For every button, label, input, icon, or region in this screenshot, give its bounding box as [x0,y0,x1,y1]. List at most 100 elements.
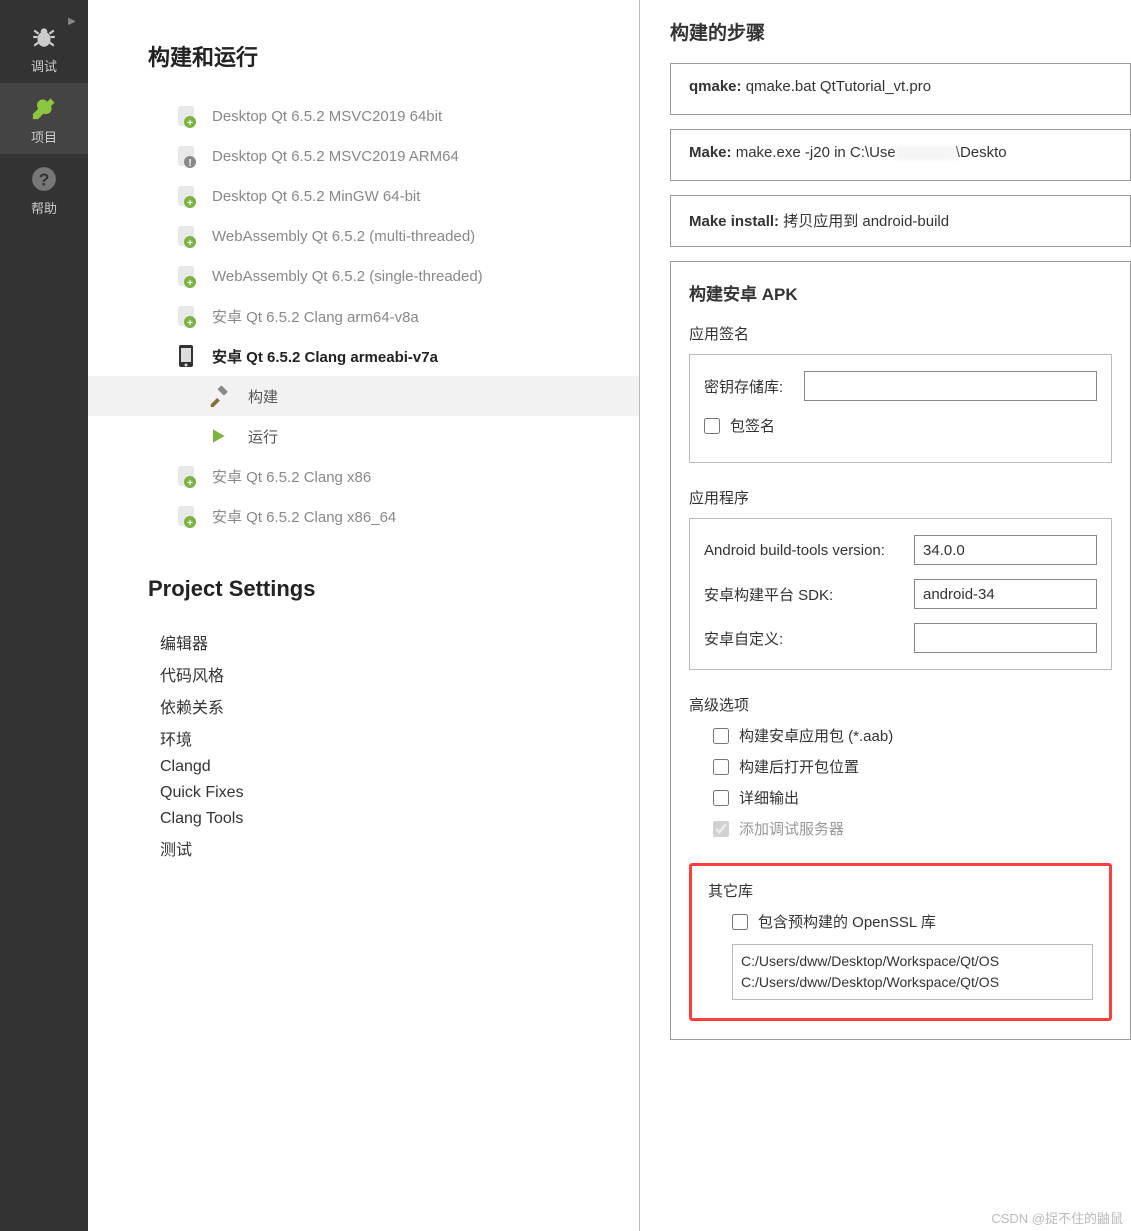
app-fieldset: Android build-tools version: 34.0.0 安卓构建… [689,518,1112,670]
kit-label: 安卓 Qt 6.5.2 Clang armeabi-v7a [212,346,438,367]
sign-package-checkbox[interactable] [704,418,720,434]
step-qmake[interactable]: qmake: qmake.bat QtTutorial_vt.pro [670,63,1131,115]
build-steps-title: 构建的步骤 [670,18,1131,45]
sidebar-project-label: 项目 [31,127,57,146]
ps-item[interactable]: Clang Tools [160,806,639,832]
svg-text:+: + [187,198,193,208]
step-make-label: Make: [689,144,732,161]
keystore-input[interactable] [804,371,1097,401]
add-kit-icon: + [172,504,200,528]
step-make-value-before: make.exe -j20 in C:\Use [736,144,896,161]
ps-item[interactable]: Quick Fixes [160,780,639,806]
buildtools-label: Android build-tools version: [704,542,904,559]
svg-text:+: + [187,238,193,248]
add-kit-icon: + [172,304,200,328]
add-kit-icon: + [172,184,200,208]
buildtools-combo[interactable]: 34.0.0 [914,535,1097,565]
right-panel: 构建的步骤 qmake: qmake.bat QtTutorial_vt.pro… [640,0,1131,1231]
verbose-checkbox[interactable] [713,790,729,806]
kit-item[interactable]: + Desktop Qt 6.5.2 MSVC2019 64bit [88,96,639,136]
kit-item[interactable]: + 安卓 Qt 6.5.2 Clang arm64-v8a [88,296,639,336]
sidebar-project[interactable]: 项目 [0,83,88,154]
kit-item[interactable]: + WebAssembly Qt 6.5.2 (single-threaded) [88,256,639,296]
build-run-title: 构建和运行 [148,40,639,72]
openssl-label: 包含预构建的 OpenSSL 库 [758,911,936,932]
lib-path: C:/Users/dww/Desktop/Workspace/Qt/OS [741,972,1084,993]
sign-package-label: 包签名 [730,415,775,436]
add-kit-icon: + [172,264,200,288]
signing-label: 应用签名 [689,323,1112,344]
watermark: CSDN @捉不住的鼬鼠 [991,1208,1123,1227]
sdk-value: android-34 [923,586,995,603]
app-group: 应用程序 Android build-tools version: 34.0.0… [689,487,1112,670]
svg-text:!: ! [188,158,191,168]
warning-kit-icon: ! [172,144,200,168]
step-make-install[interactable]: Make install: 拷贝应用到 android-build [670,195,1131,247]
kit-item[interactable]: + 安卓 Qt 6.5.2 Clang x86 [88,456,639,496]
open-after-label: 构建后打开包位置 [739,756,859,777]
kit-item[interactable]: + Desktop Qt 6.5.2 MinGW 64-bit [88,176,639,216]
kit-label: WebAssembly Qt 6.5.2 (multi-threaded) [212,228,475,245]
sdk-label: 安卓构建平台 SDK: [704,584,904,605]
kit-item[interactable]: + WebAssembly Qt 6.5.2 (multi-threaded) [88,216,639,256]
custom-combo[interactable] [914,623,1097,653]
ps-item[interactable]: 测试 [160,832,639,864]
kit-list: + Desktop Qt 6.5.2 MSVC2019 64bit ! Desk… [88,96,639,536]
play-icon [208,426,232,446]
openssl-checkbox[interactable] [732,914,748,930]
sdk-combo[interactable]: android-34 [914,579,1097,609]
svg-text:+: + [187,478,193,488]
ps-item[interactable]: Clangd [160,754,639,780]
svg-text:+: + [187,118,193,128]
kit-label: Desktop Qt 6.5.2 MSVC2019 ARM64 [212,148,459,165]
kit-label: Desktop Qt 6.5.2 MinGW 64-bit [212,188,420,205]
other-libs-paths[interactable]: C:/Users/dww/Desktop/Workspace/Qt/OS C:/… [732,944,1093,1000]
aab-label: 构建安卓应用包 (*.aab) [739,725,893,746]
add-kit-icon: + [172,224,200,248]
kit-item[interactable]: ! Desktop Qt 6.5.2 MSVC2019 ARM64 [88,136,639,176]
ps-item[interactable]: 依赖关系 [160,690,639,722]
kit-item[interactable]: + 安卓 Qt 6.5.2 Clang x86_64 [88,496,639,536]
hammer-icon [208,385,232,407]
kit-sub-build-label: 构建 [248,386,278,407]
svg-text:+: + [187,518,193,528]
help-icon: ? [31,164,57,194]
project-settings-title: Project Settings [148,576,639,602]
kit-sub-run[interactable]: 运行 [88,416,639,456]
svg-text:?: ? [39,170,50,190]
signing-group: 应用签名 密钥存储库: 包签名 [689,323,1112,463]
other-libs-highlight: 其它库 包含预构建的 OpenSSL 库 C:/Users/dww/Deskto… [689,863,1112,1021]
bug-icon [30,22,58,52]
wrench-icon [31,93,57,123]
keystore-label: 密钥存储库: [704,376,794,397]
redacted-blur [896,146,956,160]
add-kit-icon: + [172,104,200,128]
step-make[interactable]: Make: make.exe -j20 in C:\Use \Deskto [670,129,1131,181]
sidebar-help[interactable]: ? 帮助 [0,154,88,225]
open-after-checkbox[interactable] [713,759,729,775]
ps-item[interactable]: 代码风格 [160,658,639,690]
verbose-label: 详细输出 [739,787,799,808]
step-make-value-after: \Deskto [956,144,1007,161]
phone-icon [172,344,200,368]
kit-item-selected[interactable]: 安卓 Qt 6.5.2 Clang armeabi-v7a [88,336,639,376]
buildtools-value: 34.0.0 [923,542,965,559]
android-apk-title: 构建安卓 APK [689,280,1112,305]
step-qmake-label: qmake: [689,78,742,95]
other-libs-label: 其它库 [708,880,1093,901]
step-make-install-label: Make install: [689,213,779,230]
sidebar-debug[interactable]: ▶ 调试 [0,12,88,83]
debug-server-checkbox [713,821,729,837]
signing-fieldset: 密钥存储库: 包签名 [689,354,1112,463]
ps-item[interactable]: 编辑器 [160,626,639,658]
mode-sidebar: ▶ 调试 项目 ? 帮助 [0,0,88,1231]
android-apk-group: 构建安卓 APK 应用签名 密钥存储库: 包签名 应用程序 Android bu… [670,261,1131,1040]
sidebar-debug-label: 调试 [31,56,57,75]
svg-text:+: + [187,318,193,328]
kit-label: Desktop Qt 6.5.2 MSVC2019 64bit [212,108,442,125]
aab-checkbox[interactable] [713,728,729,744]
ps-item[interactable]: 环境 [160,722,639,754]
kit-label: 安卓 Qt 6.5.2 Clang arm64-v8a [212,306,419,327]
kit-sub-build[interactable]: 构建 [88,376,639,416]
app-label: 应用程序 [689,487,1112,508]
